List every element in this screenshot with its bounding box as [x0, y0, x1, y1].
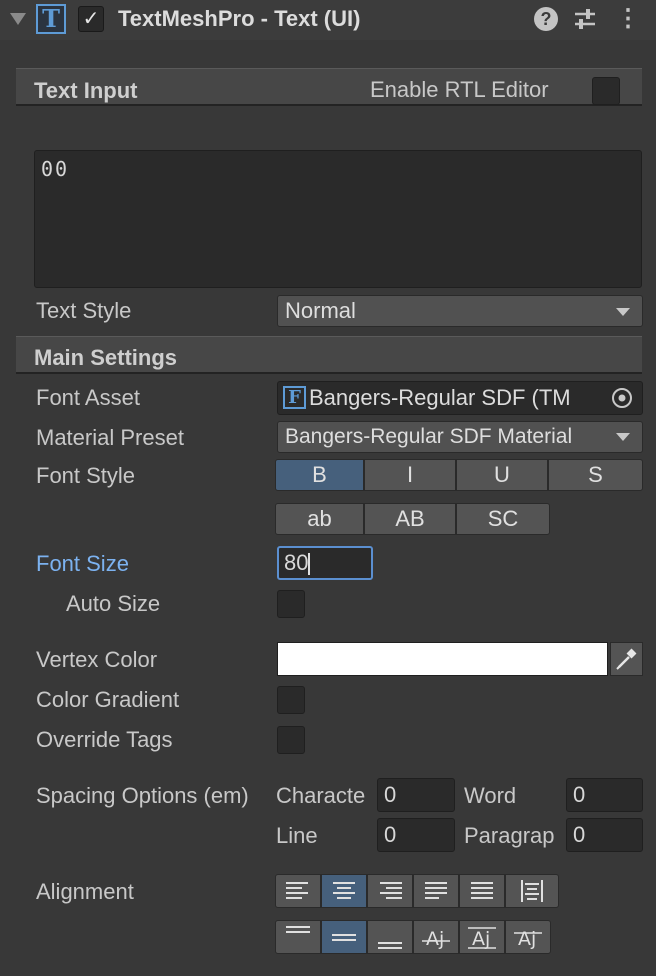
help-icon[interactable]: ? — [534, 7, 558, 31]
line-spacing-label[interactable]: Line — [276, 823, 318, 849]
kebab-menu-icon[interactable]: ⋮ — [616, 6, 640, 32]
text-style-dropdown[interactable]: Normal — [277, 295, 643, 327]
eyedropper-button[interactable] — [610, 642, 643, 676]
object-picker-icon[interactable] — [610, 386, 634, 410]
component-enabled-checkbox[interactable]: ✓ — [78, 6, 104, 32]
color-gradient-label: Color Gradient — [36, 687, 180, 712]
align-capline-icon: Aj — [514, 928, 542, 950]
bold-button[interactable]: B — [275, 459, 364, 491]
lowercase-button[interactable]: ab — [275, 503, 364, 535]
line-spacing-input[interactable]: 0 — [377, 818, 455, 852]
align-justified-icon — [425, 882, 447, 899]
character-spacing-input[interactable]: 0 — [377, 778, 455, 812]
presets-icon[interactable] — [572, 7, 598, 31]
eyedropper-icon — [616, 648, 637, 670]
font-size-label: Font Size — [36, 551, 129, 576]
foldout-arrow-icon[interactable] — [10, 13, 26, 25]
align-right-button[interactable] — [367, 874, 413, 908]
spacing-options-label: Spacing Options (em) — [36, 783, 249, 808]
align-right-icon — [380, 882, 402, 899]
rtl-editor-label: Enable RTL Editor — [370, 77, 549, 102]
align-midline-icon: Aj — [468, 927, 496, 950]
override-tags-checkbox[interactable] — [277, 726, 305, 754]
align-left-icon — [286, 882, 308, 899]
text-caret — [308, 553, 311, 576]
font-size-input[interactable]: 80 — [277, 546, 373, 580]
align-justified-button[interactable] — [413, 874, 459, 908]
material-preset-dropdown[interactable]: Bangers-Regular SDF Material — [277, 421, 643, 453]
svg-text:Aj: Aj — [518, 928, 536, 950]
align-capline-button[interactable]: Aj — [505, 920, 551, 954]
align-middle-button[interactable] — [321, 920, 367, 954]
auto-size-checkbox[interactable] — [277, 590, 305, 618]
word-spacing-input[interactable]: 0 — [566, 778, 643, 812]
strikethrough-button[interactable]: S — [548, 459, 643, 491]
underline-button[interactable]: U — [456, 459, 548, 491]
vertex-color-label: Vertex Color — [36, 647, 158, 672]
chevron-down-icon — [616, 308, 630, 316]
align-geometry-center-icon — [521, 880, 543, 902]
align-center-button[interactable] — [321, 874, 367, 908]
text-style-label: Text Style — [36, 298, 132, 323]
align-top-button[interactable] — [275, 920, 321, 954]
color-gradient-checkbox[interactable] — [277, 686, 305, 714]
component-title: TextMeshPro - Text (UI) — [118, 6, 361, 31]
word-spacing-label[interactable]: Word — [464, 783, 516, 809]
uppercase-button[interactable]: AB — [364, 503, 456, 535]
align-midline-button[interactable]: Aj — [459, 920, 505, 954]
align-flush-button[interactable] — [459, 874, 505, 908]
font-style-label: Font Style — [36, 463, 136, 488]
rtl-editor-checkbox[interactable] — [592, 77, 620, 105]
align-left-button[interactable] — [275, 874, 321, 908]
align-bottom-button[interactable] — [367, 920, 413, 954]
text-input-area[interactable]: 00 — [34, 150, 642, 288]
override-tags-label: Override Tags — [36, 727, 173, 752]
paragraph-spacing-input[interactable]: 0 — [566, 818, 643, 852]
paragraph-spacing-label[interactable]: Paragrap — [464, 823, 565, 849]
svg-text:Aj: Aj — [472, 928, 490, 950]
align-baseline-button[interactable]: Aj — [413, 920, 459, 954]
font-asset-label: Font Asset — [36, 385, 140, 410]
text-style-value: Normal — [285, 298, 356, 323]
material-preset-value: Bangers-Regular SDF Material — [285, 425, 573, 448]
text-input-section-label: Text Input — [34, 78, 138, 103]
alignment-label: Alignment — [36, 879, 134, 904]
main-settings-section-label: Main Settings — [34, 345, 178, 370]
align-center-icon — [333, 882, 355, 899]
svg-text:Aj: Aj — [426, 928, 444, 950]
character-spacing-label[interactable]: Characte — [276, 783, 376, 809]
auto-size-label: Auto Size — [66, 591, 161, 616]
material-preset-label: Material Preset — [36, 425, 184, 450]
chevron-down-icon — [616, 433, 630, 441]
font-asset-value: Bangers-Regular SDF (TM — [309, 385, 571, 410]
vertex-color-field[interactable] — [277, 642, 608, 676]
align-top-icon — [286, 926, 310, 933]
textmeshpro-icon: T — [36, 4, 66, 34]
font-size-value: 80 — [284, 550, 309, 575]
align-middle-icon — [332, 934, 356, 941]
align-bottom-icon — [378, 942, 402, 949]
align-geometry-center-button[interactable] — [505, 874, 559, 908]
italic-button[interactable]: I — [364, 459, 456, 491]
align-flush-icon — [471, 882, 493, 899]
smallcaps-button[interactable]: SC — [456, 503, 550, 535]
align-baseline-icon: Aj — [422, 928, 450, 950]
font-asset-icon: F — [283, 386, 306, 409]
